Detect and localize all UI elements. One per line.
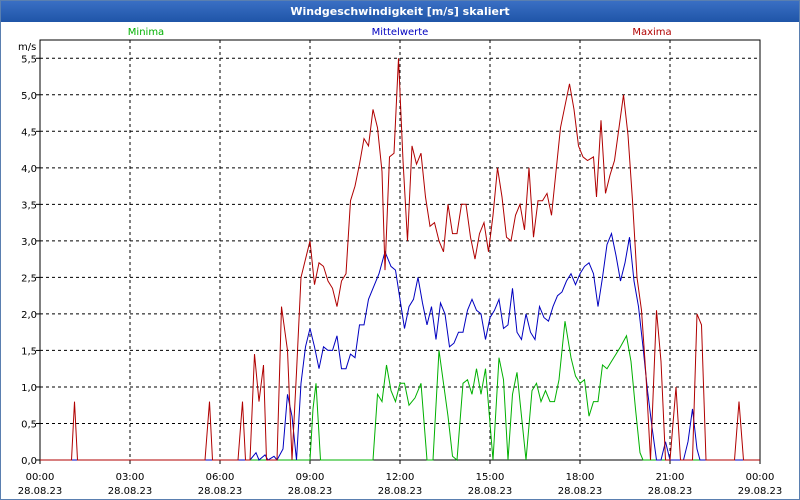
y-tick-label: 1,0 bbox=[21, 383, 37, 394]
y-tick-label: 3,0 bbox=[21, 237, 37, 248]
x-tick-time: 03:00 bbox=[116, 472, 145, 483]
legend-maxima: Maxima bbox=[632, 27, 671, 38]
y-tick-label: 0,0 bbox=[21, 456, 37, 467]
x-tick-time: 00:00 bbox=[26, 472, 55, 483]
x-axis: 00:00 28.08.23 03:00 28.08.23 06:00 28.08.23 0… bbox=[18, 460, 783, 497]
y-axis-unit-label: m/s bbox=[18, 42, 36, 53]
y-tick-label: 5,5 bbox=[21, 54, 37, 65]
y-tick-label: 5,0 bbox=[21, 91, 37, 102]
legend-mittelwerte: Mittelwerte bbox=[372, 27, 429, 38]
x-tick-time: 12:00 bbox=[386, 472, 415, 483]
x-tick-date: 28.08.23 bbox=[198, 486, 243, 497]
x-tick-date: 28.08.23 bbox=[468, 486, 513, 497]
y-tick-label: 4,5 bbox=[21, 127, 37, 138]
chart-canvas: m/s 0,0 0,5 1,0 1,5 2,0 2,5 3,0 3,5 4,0 4,5 5,0 5,5… bbox=[18, 27, 783, 497]
legend-minima: Minima bbox=[128, 27, 164, 38]
x-tick-time: 21:00 bbox=[656, 472, 685, 483]
y-tick-label: 1,5 bbox=[21, 346, 37, 357]
x-tick-date: 28.08.23 bbox=[378, 486, 423, 497]
y-tick-label: 4,0 bbox=[21, 164, 37, 175]
x-tick-date: 28.08.23 bbox=[648, 486, 693, 497]
x-tick-time: 06:00 bbox=[206, 472, 235, 483]
x-tick-time: 00:00 bbox=[746, 472, 775, 483]
y-tick-label: 2,5 bbox=[21, 273, 37, 284]
y-axis: m/s 0,0 0,5 1,0 1,5 2,0 2,5 3,0 3,5 4,0 4,5 5,0 5,5 bbox=[18, 42, 40, 467]
x-tick-time: 15:00 bbox=[476, 472, 505, 483]
x-tick-time: 18:00 bbox=[566, 472, 595, 483]
y-tick-label: 3,5 bbox=[21, 200, 37, 211]
y-tick-label: 0,5 bbox=[21, 419, 37, 430]
legend: Minima Mittelwerte Maxima bbox=[128, 27, 672, 38]
x-tick-date: 28.08.23 bbox=[108, 486, 153, 497]
x-tick-date: 28.08.23 bbox=[18, 486, 63, 497]
x-tick-date: 29.08.23 bbox=[738, 486, 783, 497]
x-tick-date: 28.08.23 bbox=[288, 486, 333, 497]
y-tick-label: 2,0 bbox=[21, 310, 37, 321]
x-tick-time: 09:00 bbox=[296, 472, 325, 483]
x-tick-date: 28.08.23 bbox=[558, 486, 603, 497]
